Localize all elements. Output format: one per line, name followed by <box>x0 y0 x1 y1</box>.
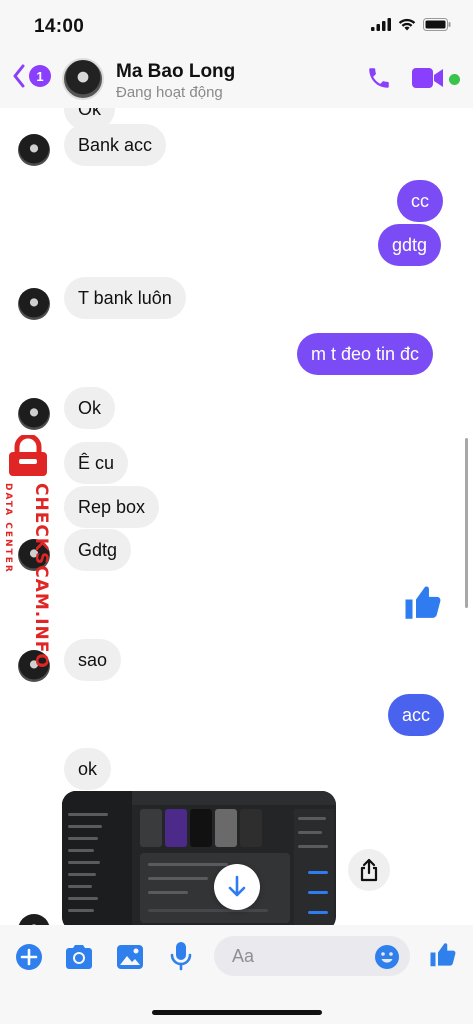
thumbs-up-icon <box>430 943 456 967</box>
sender-avatar[interactable] <box>18 134 50 166</box>
unread-badge: 1 <box>29 65 51 87</box>
back-chevron-icon <box>13 64 25 88</box>
message-outgoing[interactable]: cc <box>397 180 443 222</box>
share-icon <box>360 858 378 882</box>
sender-avatar[interactable] <box>18 914 50 925</box>
message-input-placeholder: Aa <box>232 946 255 966</box>
padlock-icon <box>9 435 47 476</box>
scrollbar[interactable] <box>465 438 468 608</box>
message-outgoing[interactable]: acc <box>388 694 445 736</box>
contact-status: Đang hoạt động <box>116 84 223 101</box>
message-incoming[interactable]: T bank luôn <box>64 277 186 319</box>
image-content <box>62 791 132 925</box>
emoji-button[interactable] <box>374 944 400 975</box>
watermark: DATA CENTER CHECKSCAM.INFO <box>3 435 53 669</box>
message-outgoing[interactable]: m t đeo tin đc <box>297 333 434 375</box>
gallery-button[interactable] <box>116 944 144 975</box>
back-button[interactable]: 1 <box>12 64 51 88</box>
camera-icon <box>66 945 92 969</box>
plus-circle-icon <box>16 944 42 970</box>
contact-avatar[interactable] <box>62 58 104 100</box>
status-bar: 14:00 <box>0 0 473 52</box>
phone-icon <box>369 68 389 88</box>
like-sticker[interactable] <box>402 582 444 629</box>
share-button[interactable] <box>348 849 390 891</box>
sender-avatar[interactable] <box>18 398 50 430</box>
wifi-icon <box>398 18 416 31</box>
message-incoming[interactable]: Rep box <box>64 486 160 528</box>
contact-name[interactable]: Ma Bao Long <box>116 61 235 83</box>
message-composer: Aa <box>0 925 473 1024</box>
more-actions-button[interactable] <box>15 943 43 976</box>
shared-image[interactable] <box>62 791 336 925</box>
battery-icon <box>423 18 451 31</box>
message-input[interactable]: Aa <box>214 936 410 976</box>
status-icons <box>371 18 451 31</box>
message-incoming[interactable]: sao <box>64 639 122 681</box>
thumbs-up-icon <box>405 586 441 619</box>
download-arrow-icon <box>228 875 246 897</box>
microphone-icon <box>170 942 192 971</box>
sender-avatar[interactable] <box>18 288 50 320</box>
message-incoming[interactable]: Ok <box>64 387 116 429</box>
online-indicator <box>449 74 460 85</box>
send-like-button[interactable] <box>428 940 458 975</box>
message-incoming[interactable]: Gdtg <box>64 529 132 571</box>
emoji-icon <box>375 945 399 969</box>
message-incoming[interactable]: Ê cu <box>64 442 129 484</box>
message-list[interactable]: Ok Bank acc cc gdtg T bank luôn m t đeo … <box>0 108 473 925</box>
home-indicator[interactable] <box>152 1010 322 1015</box>
video-call-button[interactable] <box>412 67 444 94</box>
photo-icon <box>117 945 143 969</box>
message-incoming[interactable]: Bank acc <box>64 124 167 166</box>
voice-message-button[interactable] <box>170 941 192 976</box>
watermark-text: CHECKSCAM.INFO <box>31 483 51 669</box>
download-button[interactable] <box>214 864 260 910</box>
status-time: 14:00 <box>34 16 85 37</box>
conversation-header: 1 Ma Bao Long Đang hoạt động <box>0 52 473 108</box>
voice-call-button[interactable] <box>366 65 392 96</box>
message-incoming[interactable]: ok <box>64 748 112 790</box>
video-camera-icon <box>412 68 443 88</box>
watermark-subtext: DATA CENTER <box>3 483 13 574</box>
signal-icon <box>371 18 391 31</box>
camera-button[interactable] <box>64 944 94 975</box>
message-outgoing[interactable]: gdtg <box>378 224 442 266</box>
